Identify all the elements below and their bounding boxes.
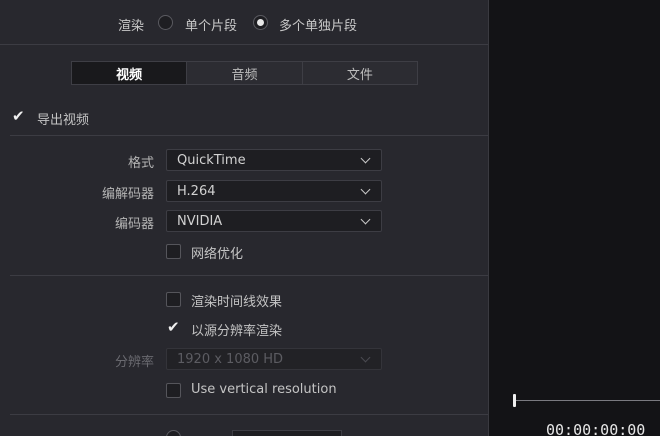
resolution-divider (10, 414, 488, 415)
network-optimize-label: 网络优化 (191, 247, 244, 262)
render-mode-row: 渲染 单个片段 多个单独片段 (0, 13, 488, 34)
format-label: 格式 (127, 156, 154, 171)
timeline-scrubber-track[interactable] (515, 400, 660, 401)
export-video-label: 导出视频 (37, 113, 90, 128)
resolution-select: 1920 x 1080 HD (166, 348, 382, 370)
chevron-down-icon (360, 352, 371, 363)
viewer-timecode: 00:00:00:00 (546, 421, 646, 436)
viewer-panel (489, 0, 660, 436)
playhead-handle[interactable] (513, 394, 516, 407)
codec-divider (10, 275, 488, 276)
codec-select[interactable]: H.264 (166, 180, 382, 202)
vertical-resolution-label: Use vertical resolution (191, 382, 337, 397)
render-timeline-effects-checkbox[interactable] (166, 292, 181, 307)
chevron-down-icon (360, 153, 371, 164)
encoder-value: NVIDIA (177, 213, 223, 229)
format-value: QuickTime (177, 152, 246, 168)
format-select[interactable]: QuickTime (166, 149, 382, 171)
render-timeline-effects-label: 渲染时间线效果 (191, 295, 283, 310)
render-individual-clips-label[interactable]: 多个单独片段 (279, 15, 357, 34)
vertical-resolution-checkbox[interactable] (166, 383, 181, 398)
resolution-value: 1920 x 1080 HD (177, 351, 284, 367)
encoder-select[interactable]: NVIDIA (166, 210, 382, 232)
export-video-checkbox[interactable] (11, 107, 26, 125)
chevron-down-icon (360, 184, 371, 195)
tab-file[interactable]: 文件 (303, 62, 417, 84)
chevron-down-icon (360, 214, 371, 225)
settings-tabs: 视频 音频 文件 (71, 61, 418, 85)
render-single-clip-label[interactable]: 单个片段 (185, 15, 237, 34)
codec-label: 编解码器 (101, 187, 154, 202)
network-optimize-checkbox[interactable] (166, 244, 181, 259)
export-divider (10, 135, 488, 136)
render-source-resolution-checkbox[interactable] (166, 318, 181, 336)
codec-value: H.264 (177, 183, 216, 199)
render-single-clip-radio[interactable] (158, 15, 173, 30)
resolution-label: 分辨率 (114, 355, 154, 370)
encoder-label: 编码器 (114, 217, 154, 232)
render-source-resolution-label: 以源分辨率渲染 (191, 324, 283, 339)
tab-video[interactable]: 视频 (72, 62, 188, 84)
top-divider (0, 44, 488, 45)
render-mode-label: 渲染 (118, 19, 145, 34)
render-individual-clips-radio[interactable] (253, 15, 268, 30)
next-row-field[interactable] (232, 430, 342, 436)
tab-audio[interactable]: 音频 (187, 62, 303, 84)
